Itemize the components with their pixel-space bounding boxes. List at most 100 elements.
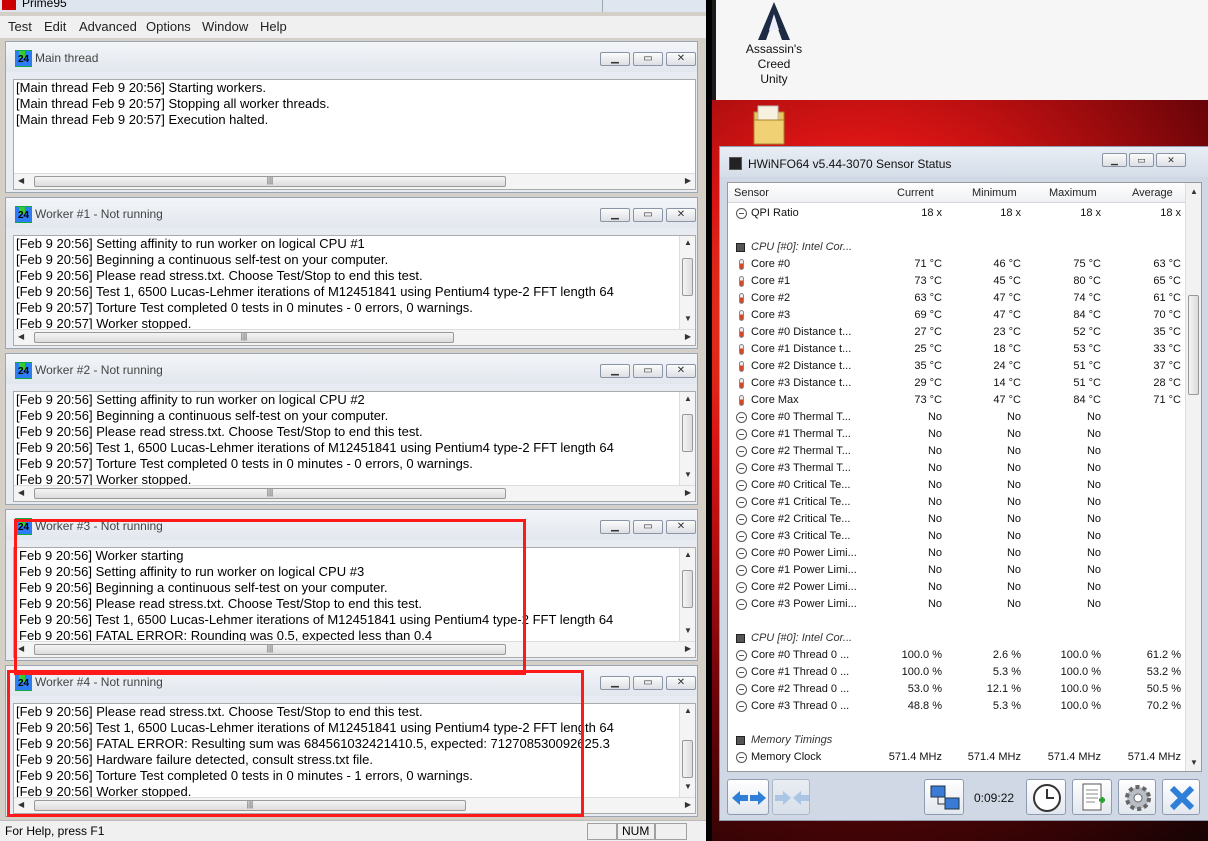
vertical-scrollbar[interactable]: ▲ ▼ xyxy=(1185,183,1201,771)
folder-icon[interactable] xyxy=(752,104,786,146)
scroll-down-arrow-icon[interactable]: ▼ xyxy=(684,782,692,791)
minimize-button[interactable]: ▁ xyxy=(600,520,630,534)
sensor-row[interactable]: Core #1 Distance t... 25 °C 18 °C 53 °C 33 °… xyxy=(728,341,1186,358)
minimize-button[interactable]: ▁ xyxy=(600,52,630,66)
sensor-row[interactable]: Core #3 69 °C 47 °C 84 °C 70 °C xyxy=(728,307,1186,324)
scroll-thumb[interactable] xyxy=(682,258,693,296)
maximize-button[interactable]: ▭ xyxy=(633,676,663,690)
close-button[interactable]: ✕ xyxy=(666,520,696,534)
network-button[interactable] xyxy=(924,779,964,815)
scroll-up-arrow-icon[interactable]: ▲ xyxy=(684,238,692,247)
sensor-row[interactable]: Core #2 Distance t... 35 °C 24 °C 51 °C 37 °… xyxy=(728,358,1186,375)
scroll-up-arrow-icon[interactable]: ▲ xyxy=(684,706,692,715)
clock-button[interactable] xyxy=(1026,779,1066,815)
window-caption-buttons[interactable] xyxy=(602,0,706,12)
horizontal-scrollbar[interactable]: ◀ ||| ▶ xyxy=(14,173,695,189)
scroll-down-arrow-icon[interactable]: ▼ xyxy=(684,470,692,479)
scroll-thumb[interactable] xyxy=(682,414,693,452)
scroll-thumb[interactable] xyxy=(1188,295,1199,395)
scroll-down-arrow-icon[interactable]: ▼ xyxy=(684,314,692,323)
minimize-button[interactable]: ▁ xyxy=(600,208,630,222)
worker-1-log[interactable]: [Feb 9 20:56] Setting affinity to run wo… xyxy=(13,235,696,346)
close-button[interactable]: ✕ xyxy=(666,208,696,222)
sensor-row[interactable]: Core #2 63 °C 47 °C 74 °C 61 °C xyxy=(728,290,1186,307)
close-button[interactable]: ✕ xyxy=(666,676,696,690)
sensor-row[interactable]: Core #0 Thread 0 ... 100.0 % 2.6 % 100.0 % 6… xyxy=(728,647,1186,664)
close-button[interactable]: ✕ xyxy=(1156,153,1186,167)
column-header-maximum[interactable]: Maximum xyxy=(1049,187,1097,199)
maximize-button[interactable]: ▭ xyxy=(633,520,663,534)
menu-advanced[interactable]: Advanced xyxy=(79,19,137,34)
scroll-thumb[interactable]: ||| xyxy=(34,332,454,343)
hwinfo-titlebar[interactable]: HWiNFO64 v5.44-3070 Sensor Status ▁ ▭ ✕ xyxy=(720,147,1208,177)
scroll-right-arrow-icon[interactable]: ▶ xyxy=(685,800,691,809)
worker-3-log[interactable]: Feb 9 20:56] Worker starting Feb 9 20:56… xyxy=(13,547,696,658)
sensor-row[interactable]: Core #2 Critical Te... No No No xyxy=(728,511,1186,528)
sensor-row[interactable]: Core #3 Thread 0 ... 48.8 % 5.3 % 100.0 % 70… xyxy=(728,698,1186,715)
main-thread-titlebar[interactable]: 24 Main thread ▁ ▭ ✕ xyxy=(6,42,697,72)
minimize-button[interactable]: ▁ xyxy=(600,676,630,690)
sensor-row[interactable]: Core #1 73 °C 45 °C 80 °C 65 °C xyxy=(728,273,1186,290)
scroll-right-arrow-icon[interactable]: ▶ xyxy=(685,176,691,185)
menu-options[interactable]: Options xyxy=(146,19,191,34)
sensor-row[interactable]: Core #0 Critical Te... No No No xyxy=(728,477,1186,494)
horizontal-scrollbar[interactable]: ◀ ||| ▶ xyxy=(14,329,695,345)
maximize-button[interactable]: ▭ xyxy=(633,364,663,378)
sensor-row[interactable]: Core #2 Power Limi... No No No xyxy=(728,579,1186,596)
scroll-right-arrow-icon[interactable]: ▶ xyxy=(685,488,691,497)
sensor-group-header[interactable]: CPU [#0]: Intel Cor... xyxy=(728,630,1186,647)
sensor-row[interactable]: Core #2 Thermal T... No No No xyxy=(728,443,1186,460)
sensor-row[interactable]: Core #3 Thermal T... No No No xyxy=(728,460,1186,477)
expand-arrows-button[interactable] xyxy=(772,779,810,815)
column-header-minimum[interactable]: Minimum xyxy=(972,187,1017,199)
menu-test[interactable]: Test xyxy=(8,19,32,34)
maximize-button[interactable]: ▭ xyxy=(633,52,663,66)
sensor-row[interactable]: Core #0 Thermal T... No No No xyxy=(728,409,1186,426)
scroll-down-arrow-icon[interactable]: ▼ xyxy=(1190,758,1198,767)
maximize-button[interactable]: ▭ xyxy=(1129,153,1154,167)
close-sensors-button[interactable] xyxy=(1162,779,1200,815)
worker-4-titlebar[interactable]: 24 Worker #4 - Not running ▁ ▭ ✕ xyxy=(6,666,697,696)
sensor-row[interactable]: Core #1 Thermal T... No No No xyxy=(728,426,1186,443)
sensor-row[interactable]: Core #3 Power Limi... No No No xyxy=(728,596,1186,613)
scroll-left-arrow-icon[interactable]: ◀ xyxy=(18,332,24,341)
scroll-thumb[interactable]: ||| xyxy=(34,176,506,187)
scroll-thumb[interactable]: ||| xyxy=(34,488,506,499)
scroll-left-arrow-icon[interactable]: ◀ xyxy=(18,644,24,653)
minimize-button[interactable]: ▁ xyxy=(1102,153,1127,167)
column-header-sensor[interactable]: Sensor xyxy=(734,187,769,199)
column-header-average[interactable]: Average xyxy=(1132,187,1173,199)
collapse-arrows-button[interactable] xyxy=(727,779,769,815)
menu-help[interactable]: Help xyxy=(260,19,287,34)
sensor-row[interactable]: Core #1 Thread 0 ... 100.0 % 5.3 % 100.0 % 5… xyxy=(728,664,1186,681)
sensor-row[interactable]: Core #2 Thread 0 ... 53.0 % 12.1 % 100.0 % 5… xyxy=(728,681,1186,698)
sensor-row[interactable]: Core #0 Power Limi... No No No xyxy=(728,545,1186,562)
settings-button[interactable] xyxy=(1118,779,1156,815)
close-button[interactable]: ✕ xyxy=(666,364,696,378)
menu-edit[interactable]: Edit xyxy=(44,19,66,34)
scroll-left-arrow-icon[interactable]: ◀ xyxy=(18,488,24,497)
sensor-row[interactable]: Core Max 73 °C 47 °C 84 °C 71 °C xyxy=(728,392,1186,409)
sensor-row[interactable]: Core #1 Power Limi... No No No xyxy=(728,562,1186,579)
maximize-button[interactable]: ▭ xyxy=(633,208,663,222)
main-thread-log[interactable]: [Main thread Feb 9 20:56] Starting worke… xyxy=(13,79,696,190)
sensor-row[interactable]: QPI Ratio 18 x 18 x 18 x 18 x xyxy=(728,205,1186,222)
sensor-row[interactable]: Core #1 Critical Te... No No No xyxy=(728,494,1186,511)
horizontal-scrollbar[interactable]: ◀ ||| ▶ xyxy=(14,485,695,501)
sensor-table[interactable]: Sensor Current Minimum Maximum Average Q… xyxy=(727,182,1202,772)
desktop-shortcut-assassins-creed[interactable]: Assassin's Creed Unity xyxy=(730,0,818,87)
worker-3-titlebar[interactable]: 24 Worker #3 - Not running ▁ ▭ ✕ xyxy=(6,510,697,540)
worker-1-titlebar[interactable]: 24 Worker #1 - Not running ▁ ▭ ✕ xyxy=(6,198,697,228)
sensor-row[interactable]: Core #3 Distance t... 29 °C 14 °C 51 °C 28 °… xyxy=(728,375,1186,392)
scroll-up-arrow-icon[interactable]: ▲ xyxy=(684,550,692,559)
sensor-row[interactable]: Core #0 71 °C 46 °C 75 °C 63 °C xyxy=(728,256,1186,273)
close-button[interactable]: ✕ xyxy=(666,52,696,66)
menu-window[interactable]: Window xyxy=(202,19,248,34)
logging-button[interactable] xyxy=(1072,779,1112,815)
scroll-left-arrow-icon[interactable]: ◀ xyxy=(18,800,24,809)
horizontal-scrollbar[interactable]: ◀ ||| ▶ xyxy=(14,641,695,657)
horizontal-scrollbar[interactable]: ◀ ||| ▶ xyxy=(14,797,695,813)
scroll-left-arrow-icon[interactable]: ◀ xyxy=(18,176,24,185)
scroll-thumb[interactable]: ||| xyxy=(34,644,506,655)
worker-2-log[interactable]: [Feb 9 20:56] Setting affinity to run wo… xyxy=(13,391,696,502)
